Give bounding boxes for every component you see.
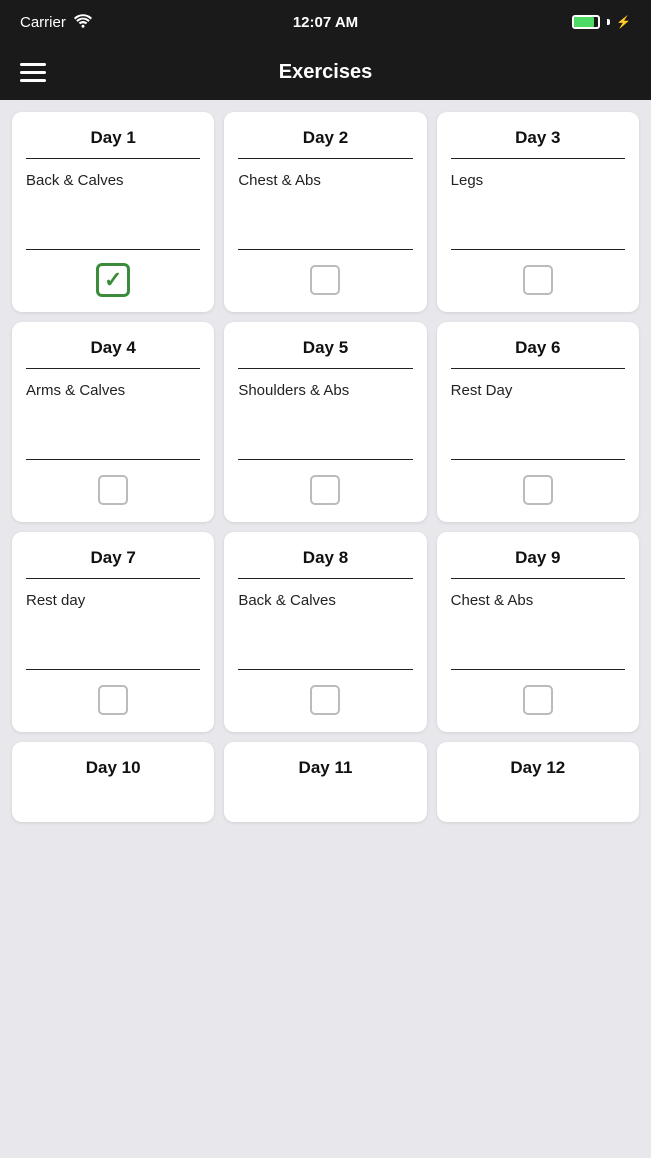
day-card[interactable]: Day 9 Chest & Abs bbox=[437, 532, 639, 732]
day-card-partial[interactable]: Day 10 bbox=[12, 742, 214, 822]
exercise-name: Chest & Abs bbox=[238, 171, 412, 249]
day-title: Day 7 bbox=[26, 548, 200, 568]
day-card[interactable]: Day 6 Rest Day bbox=[437, 322, 639, 522]
day-title: Day 4 bbox=[26, 338, 200, 358]
wifi-icon bbox=[74, 14, 92, 31]
status-left: Carrier bbox=[20, 14, 92, 31]
checkmark-icon: ✓ bbox=[104, 269, 122, 291]
exercise-name: Rest Day bbox=[451, 381, 625, 459]
exercise-name: Arms & Calves bbox=[26, 381, 200, 459]
top-divider bbox=[238, 578, 412, 579]
bottom-divider bbox=[238, 669, 412, 670]
top-divider bbox=[238, 368, 412, 369]
top-divider bbox=[238, 158, 412, 159]
exercise-name: Back & Calves bbox=[238, 591, 412, 669]
day-title: Day 3 bbox=[451, 128, 625, 148]
day-title: Day 1 bbox=[26, 128, 200, 148]
bottom-divider bbox=[238, 249, 412, 250]
checkbox-area[interactable] bbox=[238, 472, 412, 508]
status-time: 12:07 AM bbox=[293, 14, 358, 31]
exercise-name: Rest day bbox=[26, 591, 200, 669]
checkbox-area[interactable] bbox=[26, 682, 200, 718]
top-divider bbox=[26, 578, 200, 579]
exercise-name: Shoulders & Abs bbox=[238, 381, 412, 459]
exercise-name: Back & Calves bbox=[26, 171, 200, 249]
checkbox-empty[interactable] bbox=[523, 475, 553, 505]
bottom-divider bbox=[238, 459, 412, 460]
checkbox-empty[interactable] bbox=[310, 265, 340, 295]
checkbox-empty[interactable] bbox=[310, 475, 340, 505]
day-title-partial: Day 10 bbox=[26, 758, 200, 778]
checkbox-area[interactable] bbox=[238, 262, 412, 298]
page-title: Exercises bbox=[279, 61, 372, 84]
checkbox-area[interactable] bbox=[451, 472, 625, 508]
day-card[interactable]: Day 5 Shoulders & Abs bbox=[224, 322, 426, 522]
checkbox-checked[interactable]: ✓ bbox=[96, 263, 130, 297]
day-title: Day 2 bbox=[238, 128, 412, 148]
top-divider bbox=[451, 578, 625, 579]
checkbox-empty[interactable] bbox=[98, 475, 128, 505]
day-card[interactable]: Day 8 Back & Calves bbox=[224, 532, 426, 732]
checkbox-area[interactable]: ✓ bbox=[26, 262, 200, 298]
battery-icon bbox=[572, 15, 600, 29]
checkbox-area[interactable] bbox=[451, 262, 625, 298]
checkbox-area[interactable] bbox=[238, 682, 412, 718]
day-title: Day 5 bbox=[238, 338, 412, 358]
day-card[interactable]: Day 2 Chest & Abs bbox=[224, 112, 426, 312]
day-card-partial[interactable]: Day 12 bbox=[437, 742, 639, 822]
day-card[interactable]: Day 7 Rest day bbox=[12, 532, 214, 732]
bottom-divider bbox=[26, 459, 200, 460]
status-right: ⚡ bbox=[572, 15, 631, 29]
battery-tip bbox=[607, 19, 610, 25]
checkbox-empty[interactable] bbox=[310, 685, 340, 715]
menu-button[interactable] bbox=[20, 63, 46, 82]
checkbox-empty[interactable] bbox=[98, 685, 128, 715]
checkbox-empty[interactable] bbox=[523, 685, 553, 715]
day-card-partial[interactable]: Day 11 bbox=[224, 742, 426, 822]
checkbox-area[interactable] bbox=[451, 682, 625, 718]
top-divider bbox=[26, 368, 200, 369]
day-title: Day 9 bbox=[451, 548, 625, 568]
charging-icon: ⚡ bbox=[616, 15, 631, 29]
day-title-partial: Day 11 bbox=[238, 758, 412, 778]
day-title-partial: Day 12 bbox=[451, 758, 625, 778]
day-title: Day 6 bbox=[451, 338, 625, 358]
bottom-divider bbox=[451, 459, 625, 460]
day-card[interactable]: Day 1 Back & Calves ✓ bbox=[12, 112, 214, 312]
top-divider bbox=[26, 158, 200, 159]
top-divider bbox=[451, 368, 625, 369]
cards-grid: Day 1 Back & Calves ✓ Day 2 Chest & Abs … bbox=[0, 100, 651, 834]
checkbox-empty[interactable] bbox=[523, 265, 553, 295]
exercise-name: Legs bbox=[451, 171, 625, 249]
nav-bar: Exercises bbox=[0, 44, 651, 100]
exercise-name: Chest & Abs bbox=[451, 591, 625, 669]
day-title: Day 8 bbox=[238, 548, 412, 568]
status-bar: Carrier 12:07 AM ⚡ bbox=[0, 0, 651, 44]
carrier-label: Carrier bbox=[20, 14, 66, 31]
bottom-divider bbox=[451, 249, 625, 250]
top-divider bbox=[451, 158, 625, 159]
day-card[interactable]: Day 3 Legs bbox=[437, 112, 639, 312]
bottom-divider bbox=[26, 249, 200, 250]
bottom-divider bbox=[451, 669, 625, 670]
checkbox-area[interactable] bbox=[26, 472, 200, 508]
bottom-divider bbox=[26, 669, 200, 670]
day-card[interactable]: Day 4 Arms & Calves bbox=[12, 322, 214, 522]
